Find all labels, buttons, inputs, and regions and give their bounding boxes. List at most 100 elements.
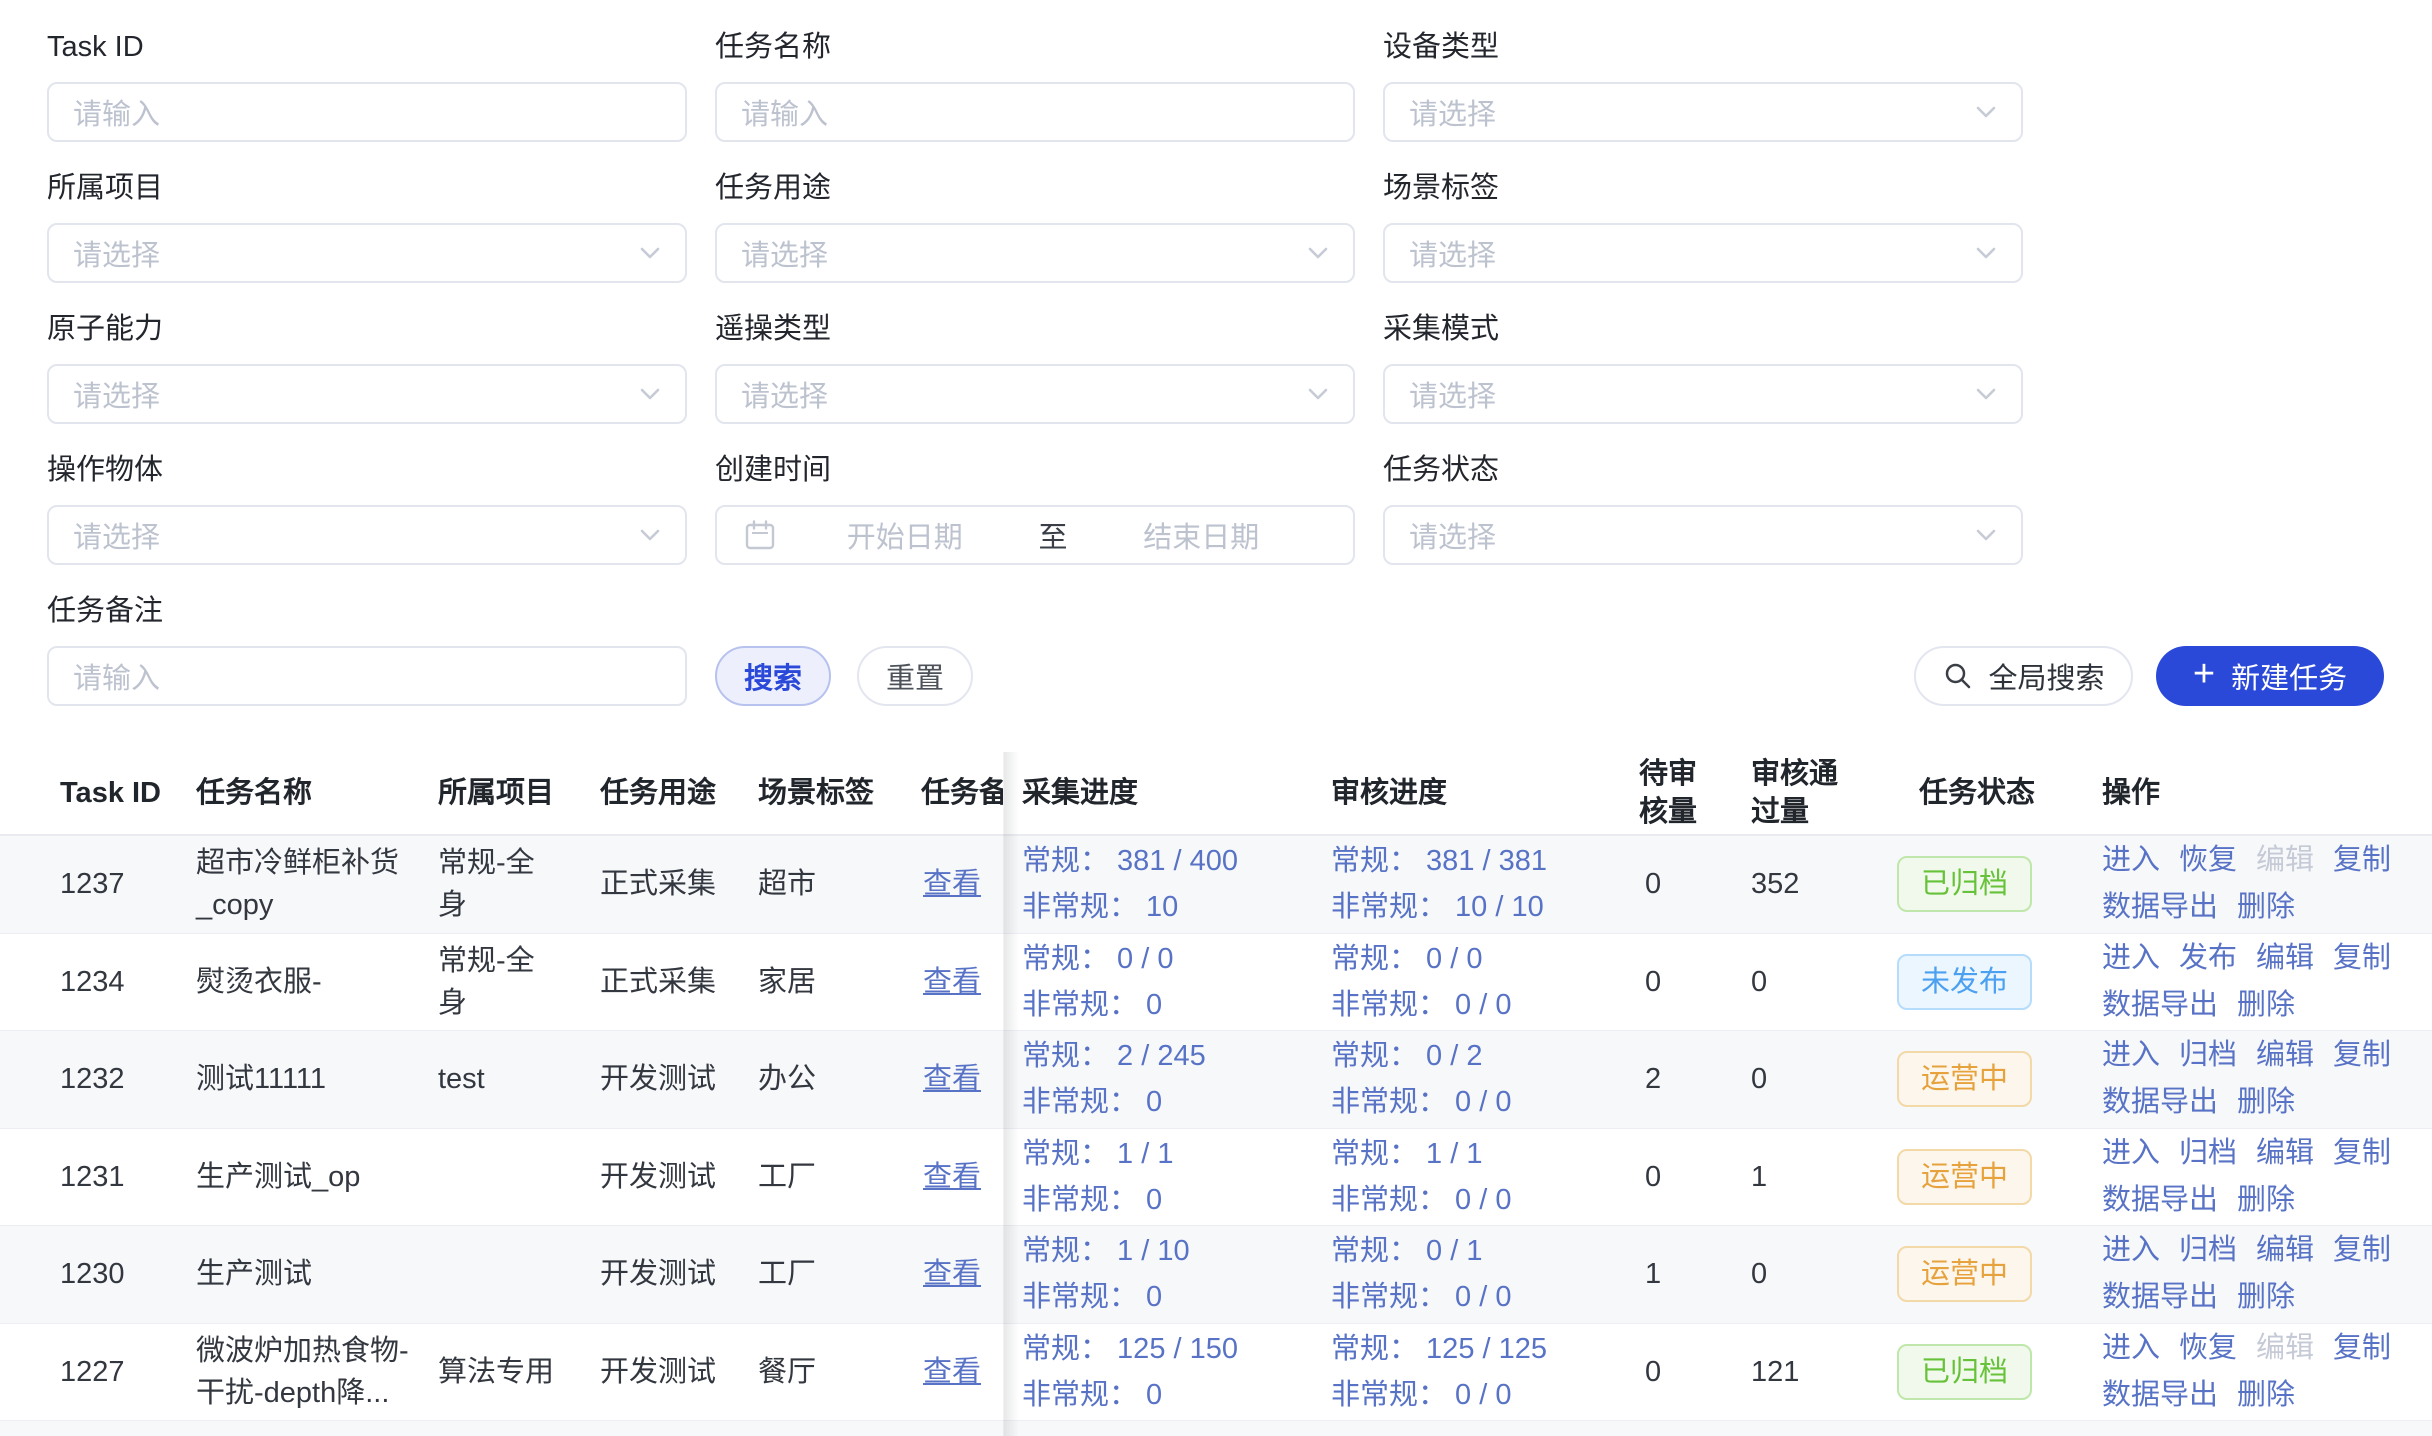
review-irregular: 非常规： 0 / 0 — [1331, 982, 1636, 1028]
action-link[interactable]: 删除 — [2237, 1177, 2295, 1224]
filter-field-purpose: 任务用途 请选择 — [715, 168, 1355, 283]
search-button[interactable]: 搜索 — [715, 646, 831, 706]
filter-label: 任务名称 — [715, 27, 1355, 67]
action-link[interactable]: 复制 — [2333, 1325, 2391, 1372]
action-link[interactable]: 进入 — [2102, 1227, 2160, 1274]
action-link[interactable]: 归档 — [2179, 1130, 2237, 1177]
cell-review-progress: 常规： 1 / 1 非常规： 0 / 0 — [1331, 1131, 1636, 1223]
remark-view-link[interactable]: 查看 — [923, 966, 981, 998]
table-row: 1234 熨烫衣服- 常规-全身 正式采集 家居 查看 常规： 0 / 0 非常… — [0, 934, 2432, 1032]
task-remark-input[interactable]: 请输入 — [47, 646, 687, 706]
cell-approved-count: 121 — [1751, 1351, 1861, 1393]
filter-label: 设备类型 — [1383, 27, 2023, 67]
table-row: 1232 测试11111 test 开发测试 办公 查看 常规： 2 / 245… — [0, 1031, 2432, 1129]
table-row: 1231 生产测试_op 开发测试 工厂 查看 常规： 1 / 1 非常规： 0… — [0, 1129, 2432, 1227]
actions-line2: 数据导出删除 — [2102, 884, 2424, 931]
chevron-down-icon — [1971, 520, 2001, 550]
cell-scene: 超市 — [758, 863, 908, 905]
action-link[interactable]: 编辑 — [2256, 1227, 2314, 1274]
action-link[interactable]: 删除 — [2237, 1274, 2295, 1321]
header-task-status: 任务状态 — [1919, 774, 2035, 812]
remark-view-link[interactable]: 查看 — [923, 868, 981, 900]
cell-task-id: 1234 — [60, 961, 190, 1003]
placeholder-text: 请选择 — [73, 232, 160, 274]
scene-tag-select[interactable]: 请选择 — [1383, 223, 2023, 283]
action-link[interactable]: 进入 — [2102, 837, 2160, 884]
action-link[interactable]: 复制 — [2333, 1130, 2391, 1177]
action-link[interactable]: 数据导出 — [2102, 1274, 2218, 1321]
status-badge: 运营中 — [1897, 1051, 2032, 1107]
placeholder-text: 请选择 — [1409, 91, 1496, 133]
task-purpose-select[interactable]: 请选择 — [715, 223, 1355, 283]
action-link[interactable]: 编辑 — [2256, 935, 2314, 982]
filter-label: Task ID — [47, 27, 687, 67]
global-search-button[interactable]: 全局搜索 — [1914, 646, 2133, 706]
header-task-id: Task ID — [60, 774, 161, 812]
cell-status: 未发布 — [1897, 954, 2097, 1010]
action-link[interactable]: 数据导出 — [2102, 1177, 2218, 1224]
remark-view-link[interactable]: 查看 — [923, 1258, 981, 1290]
cell-collect-progress: 常规： 1 / 10 非常规： 0 — [1022, 1228, 1327, 1320]
action-link[interactable]: 删除 — [2237, 1079, 2295, 1126]
action-link[interactable]: 删除 — [2237, 1372, 2295, 1419]
action-link[interactable]: 归档 — [2179, 1032, 2237, 1079]
actions-line2: 数据导出删除 — [2102, 982, 2424, 1029]
cell-review-progress: 常规： 0 / 2 非常规： 0 / 0 — [1331, 1033, 1636, 1125]
review-irregular: 非常规： 0 / 0 — [1331, 1177, 1636, 1223]
review-irregular: 非常规： 0 / 0 — [1331, 1274, 1636, 1320]
task-id-input[interactable]: 请输入 — [47, 82, 687, 142]
operation-object-select[interactable]: 请选择 — [47, 505, 687, 565]
action-link[interactable]: 进入 — [2102, 1032, 2160, 1079]
cell-project: test — [438, 1058, 558, 1100]
action-link[interactable]: 归档 — [2179, 1227, 2237, 1274]
collect-mode-select[interactable]: 请选择 — [1383, 364, 2023, 424]
cell-actions: 进入恢复编辑复制 数据导出删除 — [2102, 1325, 2424, 1419]
placeholder-text: 请选择 — [741, 232, 828, 274]
action-link[interactable]: 发布 — [2179, 935, 2237, 982]
action-link[interactable]: 恢复 — [2179, 1325, 2237, 1372]
action-link[interactable]: 删除 — [2237, 982, 2295, 1029]
review-regular: 常规： 0 / 1 — [1331, 1228, 1636, 1274]
action-link[interactable]: 复制 — [2333, 1227, 2391, 1274]
task-table: Task ID 任务名称 所属项目 任务用途 场景标签 任务备注 采集进度 审核… — [0, 752, 2432, 1436]
cell-review-progress: 常规： 0 / 0 非常规： 0 / 0 — [1331, 936, 1636, 1028]
remark-view-link[interactable]: 查看 — [923, 1161, 981, 1193]
action-link[interactable]: 数据导出 — [2102, 884, 2218, 931]
teleop-type-select[interactable]: 请选择 — [715, 364, 1355, 424]
placeholder-text: 请选择 — [73, 373, 160, 415]
action-link[interactable]: 进入 — [2102, 935, 2160, 982]
task-status-select[interactable]: 请选择 — [1383, 505, 2023, 565]
status-badge: 已归档 — [1897, 856, 2032, 912]
project-select[interactable]: 请选择 — [47, 223, 687, 283]
review-irregular: 非常规： 10 / 10 — [1331, 884, 1636, 930]
create-task-button[interactable]: + 新建任务 — [2156, 646, 2384, 706]
action-link[interactable]: 进入 — [2102, 1130, 2160, 1177]
action-link[interactable]: 编辑 — [2256, 1032, 2314, 1079]
action-link[interactable]: 编辑 — [2256, 1130, 2314, 1177]
actions-line1: 进入归档编辑复制 — [2102, 1032, 2424, 1079]
action-link[interactable]: 复制 — [2333, 935, 2391, 982]
action-link[interactable]: 复制 — [2333, 1032, 2391, 1079]
filter-field-collect-mode: 采集模式 请选择 — [1383, 309, 2023, 424]
action-link[interactable]: 进入 — [2102, 1325, 2160, 1372]
reset-button[interactable]: 重置 — [857, 646, 973, 706]
cell-actions: 进入恢复编辑复制 数据导出删除 — [2102, 837, 2424, 931]
task-name-input[interactable]: 请输入 — [715, 82, 1355, 142]
remark-view-link[interactable]: 查看 — [923, 1063, 981, 1095]
chevron-down-icon — [635, 379, 665, 409]
action-link[interactable]: 数据导出 — [2102, 1079, 2218, 1126]
cell-approved-count: 352 — [1751, 863, 1861, 905]
action-link[interactable]: 数据导出 — [2102, 1372, 2218, 1419]
action-link[interactable]: 复制 — [2333, 837, 2391, 884]
placeholder-text: 请选择 — [1409, 514, 1496, 556]
placeholder-text: 请输入 — [741, 91, 828, 133]
device-type-select[interactable]: 请选择 — [1383, 82, 2023, 142]
atomic-ability-select[interactable]: 请选择 — [47, 364, 687, 424]
action-link[interactable]: 恢复 — [2179, 837, 2237, 884]
action-link[interactable]: 删除 — [2237, 884, 2295, 931]
remark-view-link[interactable]: 查看 — [923, 1356, 981, 1388]
review-regular: 常规： 381 / 381 — [1331, 838, 1636, 884]
create-time-range[interactable]: 开始日期 至 结束日期 — [715, 505, 1355, 565]
cell-review-progress: 常规： 0 / 1 非常规： 0 / 0 — [1331, 1228, 1636, 1320]
action-link[interactable]: 数据导出 — [2102, 982, 2218, 1029]
